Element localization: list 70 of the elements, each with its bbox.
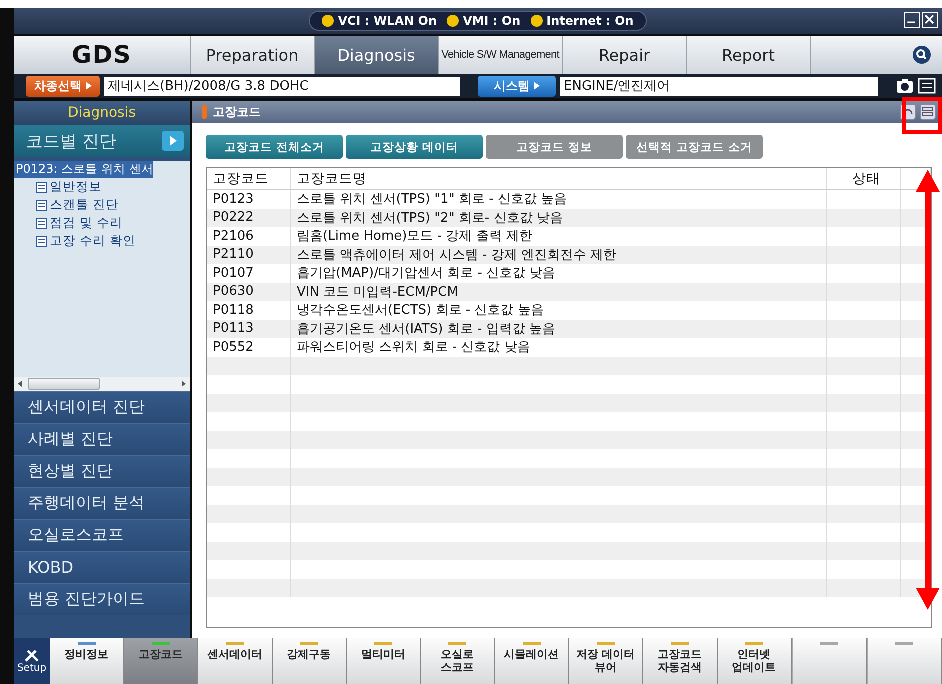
vehicle-field[interactable]: 제네시스(BH)/2008/G 3.8 DOHC [104, 76, 460, 96]
table-cell: P0630 [207, 282, 291, 301]
sidebar-menu-item[interactable]: 오실로스코프 [14, 519, 190, 551]
play-icon[interactable] [162, 131, 184, 151]
toolbar-button[interactable]: 센서데이터 [198, 638, 273, 684]
tree-root-item[interactable]: P0123: 스로틀 위치 센서 [14, 161, 154, 178]
logo: GDS [71, 40, 133, 71]
horizontal-scrollbar[interactable] [14, 377, 190, 391]
table-cell: 스로틀 액츄에이터 제어 시스템 - 강제 엔진회전수 제한 [291, 246, 827, 264]
tree-item[interactable]: 고장 수리 확인 [14, 232, 190, 250]
sidebar-menu-item[interactable]: 센서데이터 진단 [14, 391, 190, 423]
setup-button[interactable]: Setup [14, 638, 50, 684]
toolbar-button[interactable]: 고장코드 자동검색 [643, 638, 718, 684]
table-cell: P2110 [207, 246, 291, 264]
document-icon[interactable] [918, 78, 936, 94]
toolbar-button[interactable]: 고장코드 [124, 638, 198, 684]
caret-icon [86, 82, 92, 90]
table-cell: 스로틀 위치 센서(TPS) "2" 회로- 신호값 낮음 [291, 208, 827, 227]
nav-tab[interactable]: Report [686, 36, 810, 74]
vehicle-select-button[interactable]: 차종선택 [26, 76, 100, 96]
toolbar-button[interactable]: 인터넷 업데이트 [718, 638, 792, 684]
toolbar-button[interactable]: 멀티미터 [346, 638, 421, 684]
toolbar-button[interactable]: 강제구동 [272, 638, 347, 684]
document-icon [36, 236, 47, 246]
status-indicator: VMI : On [447, 14, 521, 28]
sidebar-menu-item[interactable]: 현상별 진단 [14, 455, 190, 487]
nav-tab[interactable]: Preparation [190, 36, 314, 74]
table-cell: VIN 코드 미입력-ECM/PCM [291, 282, 827, 301]
column-header[interactable]: 고장코드 [207, 168, 291, 190]
column-header[interactable]: 고장코드명 [291, 168, 827, 190]
action-button[interactable]: 고장코드 전체소거 [206, 135, 343, 159]
status-indicator: Internet : On [530, 14, 634, 28]
sidebar-menu-item[interactable]: 주행데이터 분석 [14, 487, 190, 519]
tree-item[interactable]: 점검 및 수리 [14, 214, 190, 232]
sidebar-title: Diagnosis [14, 101, 190, 125]
status-indicator: VCI : WLAN On [322, 14, 438, 28]
table-cell: 흡기공기온도 센서(IATS) 회로 - 입력값 높음 [291, 320, 827, 338]
document-icon [36, 218, 47, 228]
panel-title: 고장코드 [213, 104, 261, 120]
table-cell: P0113 [207, 320, 291, 338]
tree-item[interactable]: 스캔툴 진단 [14, 196, 190, 214]
table-cell: P0222 [207, 208, 291, 227]
search-icon[interactable] [912, 45, 932, 65]
camera-icon[interactable] [896, 78, 914, 94]
current-menu-item[interactable]: 코드별 진단 [14, 125, 190, 157]
toolbar-button[interactable]: 정비정보 [50, 638, 124, 684]
sidebar-menu-item[interactable]: 사례별 진단 [14, 423, 190, 455]
sidebar-menu-item[interactable]: KOBD [14, 551, 190, 583]
toolbar-button[interactable]: 오실로 스코프 [420, 638, 496, 684]
tools-icon [24, 648, 40, 662]
nav-tab[interactable]: Diagnosis [314, 36, 438, 74]
minimize-icon[interactable] [904, 12, 920, 28]
action-button[interactable]: 고장상황 데이터 [346, 135, 483, 159]
column-header[interactable]: 상태 [827, 168, 901, 190]
panel-marker [202, 105, 207, 119]
sidebar-menu-item[interactable]: 범용 진단가이드 [14, 583, 190, 615]
document-icon [36, 200, 47, 210]
system-field[interactable]: ENGINE/엔진제어 [560, 76, 878, 96]
close-icon[interactable] [922, 12, 938, 28]
toolbar-button[interactable]: 저장 데이터 뷰어 [569, 638, 644, 684]
scroll-right-icon[interactable] [182, 381, 186, 387]
document-icon [36, 182, 47, 192]
nav-tab[interactable]: Repair [562, 36, 686, 74]
system-button[interactable]: 시스템 [478, 76, 556, 96]
tree-item[interactable]: 일반정보 [14, 178, 190, 196]
scroll-left-icon[interactable] [18, 381, 22, 387]
nav-tab[interactable]: Vehicle S/W Management [438, 36, 562, 74]
list-icon[interactable] [920, 104, 936, 120]
caret-icon [534, 82, 540, 90]
toolbar-button[interactable]: 시뮬레이션 [495, 638, 570, 684]
